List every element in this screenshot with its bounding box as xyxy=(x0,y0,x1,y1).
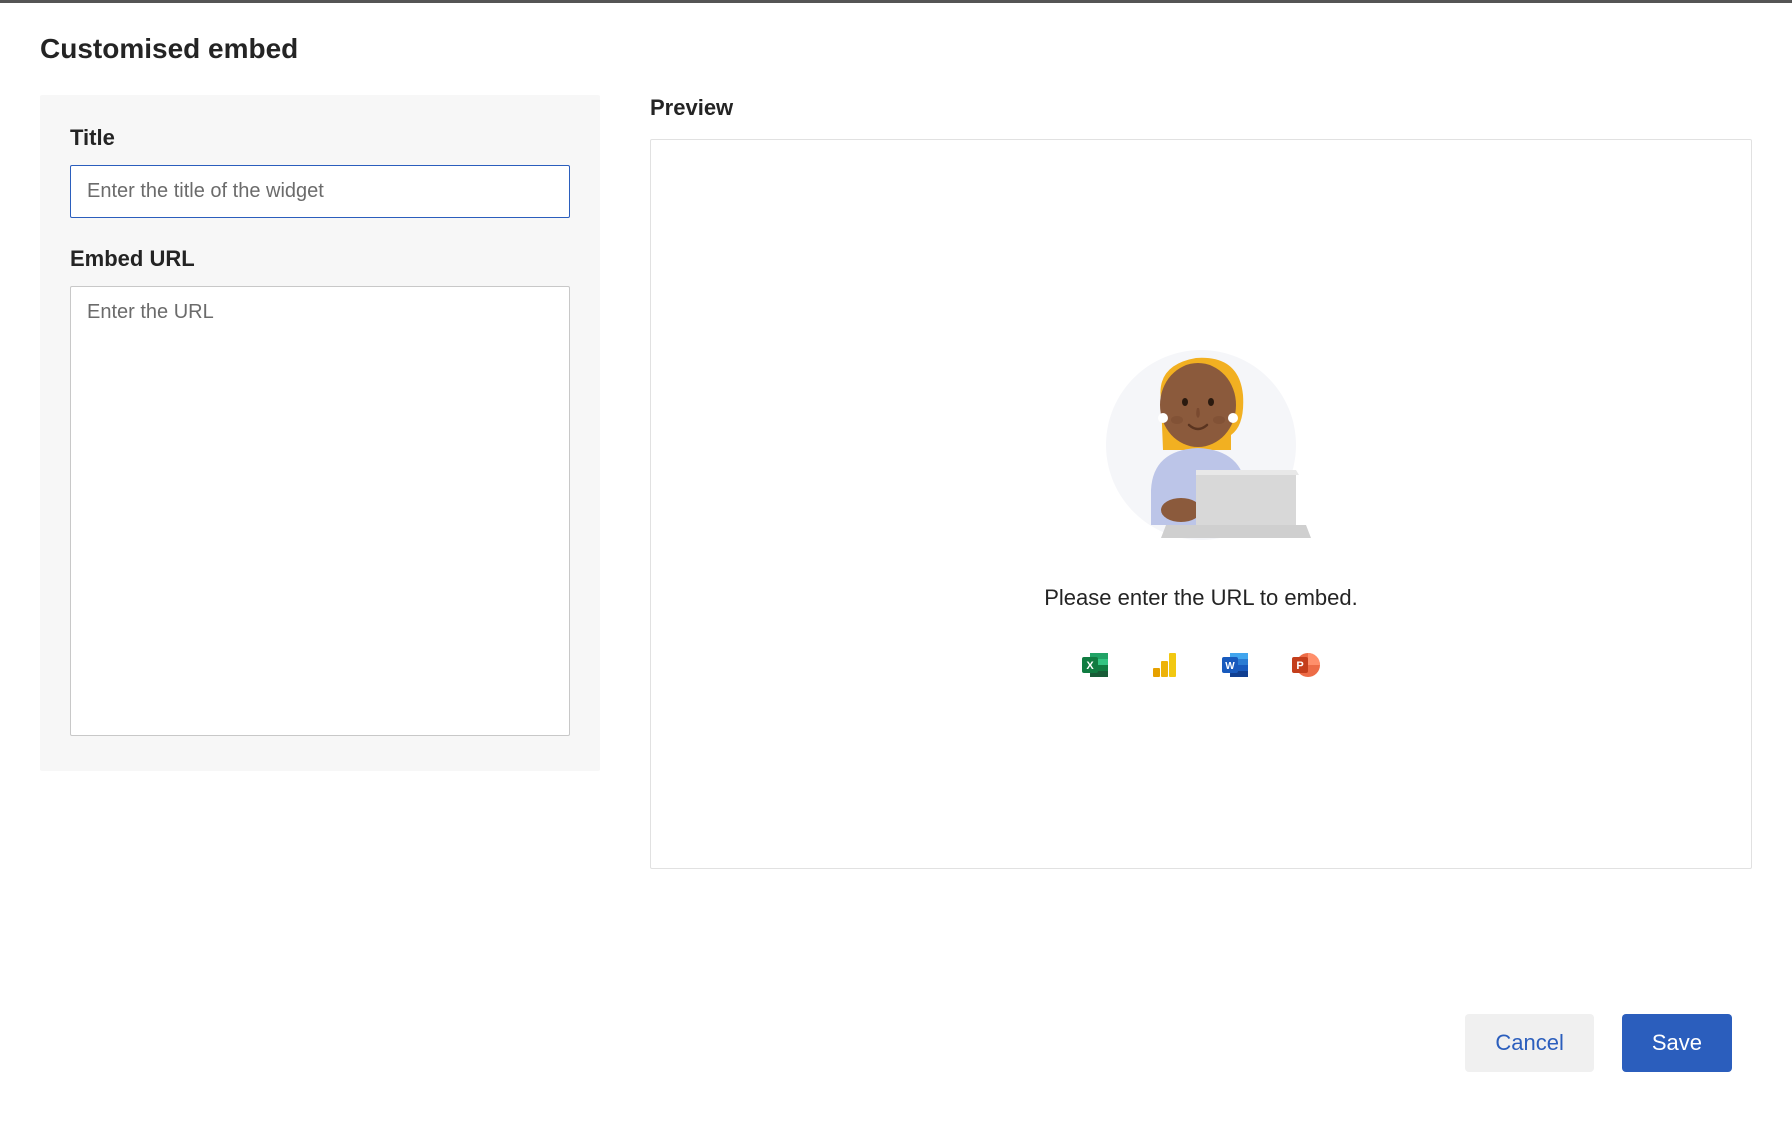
powerbi-icon xyxy=(1152,651,1180,679)
word-icon: W xyxy=(1222,651,1250,679)
preview-message: Please enter the URL to embed. xyxy=(1044,585,1357,611)
footer-buttons: Cancel Save xyxy=(1465,1014,1732,1072)
page-title: Customised embed xyxy=(40,33,1752,65)
powerpoint-icon: P xyxy=(1292,651,1320,679)
title-label: Title xyxy=(70,125,570,151)
svg-text:W: W xyxy=(1225,661,1235,672)
preview-section: Preview xyxy=(650,95,1752,869)
svg-text:X: X xyxy=(1086,660,1094,672)
excel-icon: X xyxy=(1082,651,1110,679)
embed-url-label: Embed URL xyxy=(70,246,570,272)
svg-text:P: P xyxy=(1296,660,1303,672)
embed-url-input[interactable] xyxy=(70,286,570,736)
cancel-button[interactable]: Cancel xyxy=(1465,1014,1593,1072)
person-laptop-illustration xyxy=(1081,330,1321,555)
save-button[interactable]: Save xyxy=(1622,1014,1732,1072)
app-icons-row: X xyxy=(1082,651,1320,679)
title-input[interactable] xyxy=(70,165,570,218)
preview-box: Please enter the URL to embed. X xyxy=(650,139,1752,869)
form-panel: Title Embed URL xyxy=(40,95,600,771)
preview-label: Preview xyxy=(650,95,1752,121)
